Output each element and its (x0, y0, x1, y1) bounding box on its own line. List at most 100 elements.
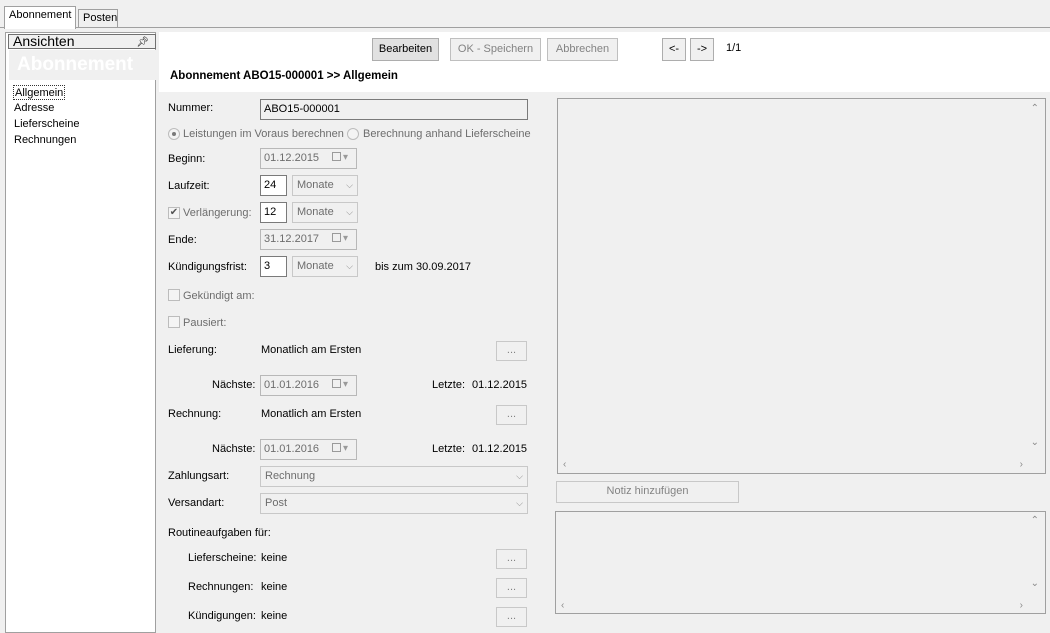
previous-record-button[interactable]: <- (662, 38, 686, 61)
routine-kuendigungen-value: keine (261, 610, 288, 622)
laufzeit-unit-value: Monate (297, 179, 334, 191)
scroll-up-icon[interactable]: ⌃ (1031, 103, 1039, 114)
ende-label: Ende: (168, 234, 197, 246)
record-counter: 1/1 (726, 42, 742, 54)
save-button[interactable]: OK - Speichern (450, 38, 541, 61)
zahlungsart-label: Zahlungsart: (168, 470, 230, 482)
pin-icon[interactable]: 📌︎ (136, 36, 149, 49)
lieferung-value: Monatlich am Ersten (261, 344, 362, 356)
gekuendigt-checkbox[interactable] (168, 289, 180, 301)
nav-item-lieferscheine[interactable]: Lieferscheine (13, 117, 80, 132)
chevron-down-icon: ⌵ (346, 180, 353, 190)
scroll-right-icon[interactable]: › (1020, 600, 1023, 611)
scroll-right-icon[interactable]: › (1020, 459, 1023, 470)
scroll-left-icon[interactable]: ‹ (561, 600, 564, 611)
cancel-button[interactable]: Abbrechen (547, 38, 618, 61)
kuendigungsfrist-field[interactable]: 3 (260, 256, 287, 277)
calendar-dropdown-icon[interactable]: ▾ (332, 379, 354, 392)
pausiert-checkbox[interactable] (168, 316, 180, 328)
ende-date-field[interactable]: 31.12.2017 ▾ (260, 229, 357, 250)
routine-rechnungen-value: keine (261, 581, 288, 593)
nav-item-rechnungen[interactable]: Rechnungen (13, 133, 77, 148)
scroll-down-icon[interactable]: ⌄ (1031, 437, 1039, 448)
tab-strip: Abonnement Posten (0, 0, 1050, 29)
views-panel-title: Ansichten (13, 33, 75, 49)
lieferung-naechste-value: 01.01.2016 (264, 379, 320, 391)
next-record-button[interactable]: -> (690, 38, 714, 61)
rechnung-naechste-field[interactable]: 01.01.2016 ▾ (260, 439, 357, 460)
nummer-field[interactable]: ABO15-000001 (260, 99, 528, 120)
kuendigungsfrist-unit-value: Monate (297, 260, 334, 272)
rechnung-letzte-label: Letzte: (432, 443, 466, 455)
lieferung-naechste-label: Nächste: (212, 379, 256, 391)
rechnung-naechste-label: Nächste: (212, 443, 256, 455)
verlaengerung-label: Verlängerung: (183, 207, 252, 219)
routine-rechnungen-more-button[interactable]: ... (496, 578, 527, 598)
rechnung-letzte-value: 01.12.2015 (472, 443, 528, 455)
notes-list[interactable]: ⌃ ⌄ ‹ › (557, 98, 1046, 474)
calendar-dropdown-icon[interactable]: ▾ (332, 152, 354, 165)
zahlungsart-value: Rechnung (265, 470, 316, 482)
versandart-value: Post (265, 497, 288, 509)
rechnung-value: Monatlich am Ersten (261, 408, 362, 420)
nummer-label: Nummer: (168, 102, 214, 114)
tab-abonnement[interactable]: Abonnement (4, 6, 76, 29)
views-panel-header: Ansichten 📌︎ (8, 34, 156, 49)
tab-posten[interactable]: Posten (78, 9, 118, 27)
versandart-select[interactable]: Post ⌵ (260, 493, 528, 514)
verlaengerung-unit-value: Monate (297, 206, 334, 218)
lieferung-label: Lieferung: (168, 344, 217, 356)
views-section-title: Abonnement (9, 50, 157, 80)
scroll-up-icon[interactable]: ⌃ (1031, 515, 1039, 526)
laufzeit-unit-select[interactable]: Monate ⌵ (292, 175, 358, 196)
ende-date-value: 31.12.2017 (264, 233, 320, 245)
rechnung-more-button[interactable]: ... (496, 405, 527, 425)
beginn-label: Beginn: (168, 153, 206, 165)
note-editor[interactable]: ⌃ ⌄ ‹ › (555, 511, 1046, 614)
rechnung-naechste-value: 01.01.2016 (264, 443, 320, 455)
routine-lieferscheine-more-button[interactable]: ... (496, 549, 527, 569)
routine-kuendigungen-more-button[interactable]: ... (496, 607, 527, 627)
zahlungsart-select[interactable]: Rechnung ⌵ (260, 466, 528, 487)
lieferung-letzte-value: 01.12.2015 (472, 379, 528, 391)
laufzeit-field[interactable]: 24 (260, 175, 287, 196)
chevron-down-icon: ⌵ (346, 261, 353, 271)
add-note-button[interactable]: Notiz hinzufügen (556, 481, 739, 503)
kuendigungsfrist-deadline: bis zum 30.09.2017 (375, 261, 472, 273)
chevron-down-icon: ⌵ (516, 471, 523, 481)
edit-button[interactable]: Bearbeiten (372, 38, 439, 61)
rechnung-label: Rechnung: (168, 408, 222, 420)
lieferung-more-button[interactable]: ... (496, 341, 527, 361)
routine-label: Routineaufgaben für: (168, 527, 271, 539)
beginn-date-value: 01.12.2015 (264, 152, 320, 164)
detail-header: Bearbeiten OK - Speichern Abbrechen <- -… (159, 32, 1050, 92)
radio-berechnung-lieferscheine[interactable] (347, 128, 359, 140)
nav-item-adresse[interactable]: Adresse (13, 101, 55, 116)
lieferung-naechste-field[interactable]: 01.01.2016 ▾ (260, 375, 357, 396)
scroll-down-icon[interactable]: ⌄ (1031, 578, 1039, 589)
gekuendigt-label: Gekündigt am: (183, 290, 255, 302)
kuendigungsfrist-unit-select[interactable]: Monate ⌵ (292, 256, 358, 277)
routine-lieferscheine-label: Lieferscheine: (188, 552, 257, 564)
scroll-left-icon[interactable]: ‹ (563, 459, 566, 470)
views-panel: Ansichten 📌︎ Abonnement Allgemein Adress… (5, 32, 157, 633)
page-title: Abonnement ABO15-000001 >> Allgemein (170, 70, 398, 82)
beginn-date-field[interactable]: 01.12.2015 ▾ (260, 148, 357, 169)
radio-berechnung-lieferscheine-label: Berechnung anhand Lieferscheine (363, 128, 531, 140)
verlaengerung-field[interactable]: 12 (260, 202, 287, 223)
routine-lieferscheine-value: keine (261, 552, 288, 564)
kuendigungsfrist-label: Kündigungsfrist: (168, 261, 247, 273)
nav-item-allgemein[interactable]: Allgemein (13, 85, 66, 100)
radio-leistungen-voraus[interactable] (168, 128, 180, 140)
routine-rechnungen-label: Rechnungen: (188, 581, 254, 593)
verlaengerung-unit-select[interactable]: Monate ⌵ (292, 202, 358, 223)
calendar-dropdown-icon[interactable]: ▾ (332, 443, 354, 456)
verlaengerung-checkbox[interactable]: ✔ (168, 207, 180, 219)
chevron-down-icon: ⌵ (516, 498, 523, 508)
versandart-label: Versandart: (168, 497, 225, 509)
chevron-down-icon: ⌵ (346, 207, 353, 217)
routine-kuendigungen-label: Kündigungen: (188, 610, 256, 622)
lieferung-letzte-label: Letzte: (432, 379, 466, 391)
calendar-dropdown-icon[interactable]: ▾ (332, 233, 354, 246)
laufzeit-label: Laufzeit: (168, 180, 210, 192)
